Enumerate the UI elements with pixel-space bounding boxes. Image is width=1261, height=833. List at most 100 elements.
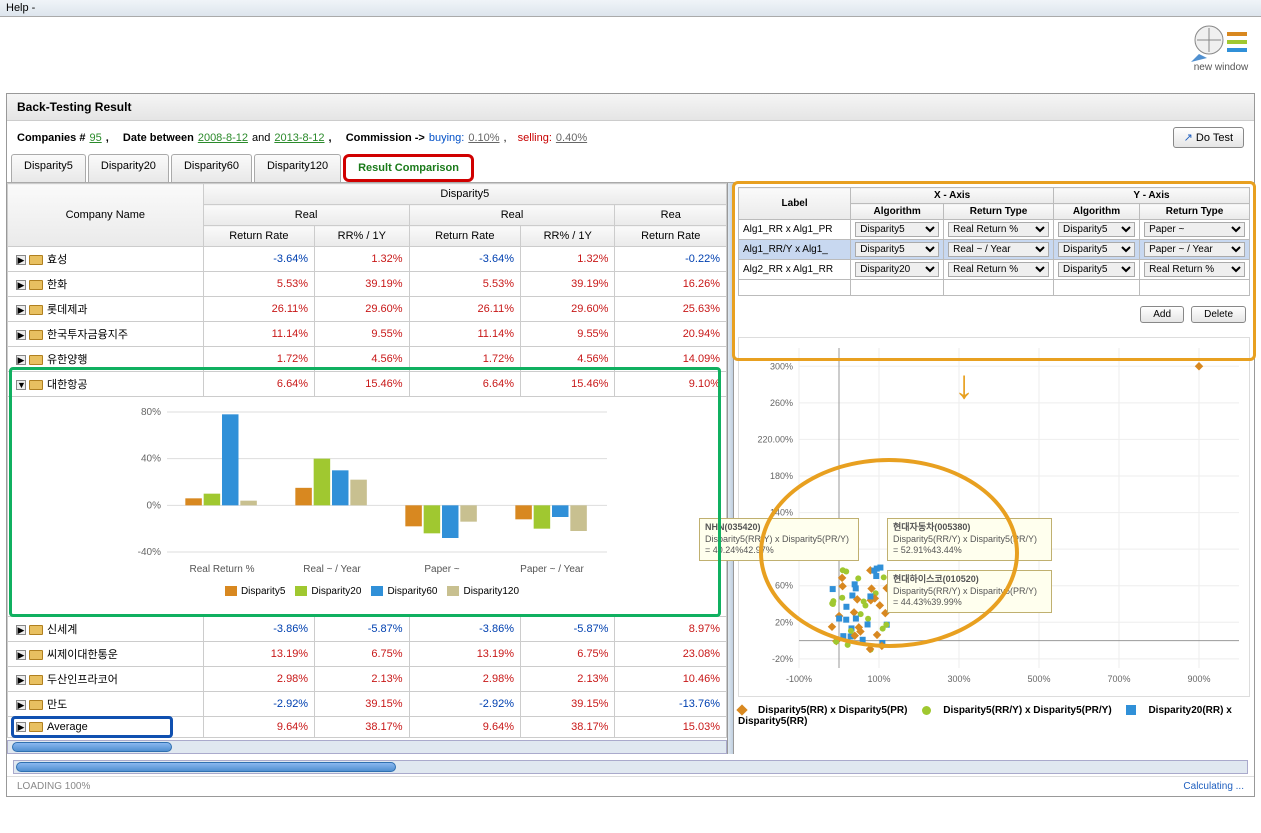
date-to[interactable]: 2013-8-12 (274, 132, 324, 144)
buying-commission[interactable]: 0.10% (468, 132, 499, 144)
svg-text:60%: 60% (775, 581, 793, 591)
y-algo-select[interactable]: Disparity5 (1058, 242, 1135, 257)
bar-chart-legend: Disparity5Disparity20Disparity60Disparit… (8, 586, 726, 597)
folder-icon (29, 722, 43, 732)
new-window-link[interactable]: new window (1191, 22, 1251, 73)
svg-text:700%: 700% (1107, 674, 1130, 684)
y-algo-select[interactable]: Disparity5 (1058, 262, 1135, 277)
selling-commission[interactable]: 0.40% (556, 132, 587, 144)
expand-icon[interactable]: ▶ (16, 255, 26, 265)
col-company: Company Name (8, 184, 204, 247)
result-grid: Company Name Disparity5 Real Real Rea Re… (7, 183, 727, 738)
tab-disparity60[interactable]: Disparity60 (171, 154, 252, 182)
expand-icon[interactable]: ▶ (16, 722, 26, 732)
svg-text:Real Return %: Real Return % (189, 564, 254, 575)
svg-text:-40%: -40% (138, 547, 161, 558)
status-bar: LOADING 100% Calculating ... (7, 776, 1254, 796)
svg-text:Paper ~ / Year: Paper ~ / Year (520, 564, 584, 575)
do-test-button[interactable]: ↗ Do Test (1173, 127, 1244, 148)
folder-icon (29, 675, 43, 685)
axis-row[interactable]: Alg1_RR/Y x Alg1_Disparity5Real ~ / Year… (739, 240, 1250, 260)
tab-result-comparison[interactable]: Result Comparison (343, 154, 474, 182)
date-from[interactable]: 2008-8-12 (198, 132, 248, 144)
table-row[interactable]: ▼대한항공6.64%15.46%6.64%15.46%9.10% (8, 372, 727, 397)
svg-text:180%: 180% (770, 471, 793, 481)
table-row[interactable]: ▶롯데제과26.11%29.60%26.11%29.60%25.63% (8, 297, 727, 322)
delete-button[interactable]: Delete (1191, 306, 1246, 323)
folder-icon (29, 305, 43, 315)
expand-icon[interactable]: ▶ (16, 355, 26, 365)
expand-icon[interactable]: ▶ (16, 700, 26, 710)
h-scrollbar[interactable] (7, 740, 727, 754)
svg-text:140%: 140% (770, 508, 793, 518)
axis-row[interactable]: Alg1_RR x Alg1_PRDisparity5Real Return %… (739, 220, 1250, 240)
y-return-select[interactable]: Paper ~ / Year (1144, 242, 1245, 257)
folder-icon (29, 380, 43, 390)
tab-disparity5[interactable]: Disparity5 (11, 154, 86, 182)
x-algo-select[interactable]: Disparity5 (855, 242, 939, 257)
x-algo-select[interactable]: Disparity5 (855, 222, 939, 237)
loading-status: LOADING 100% (17, 781, 90, 792)
svg-text:-100%: -100% (786, 674, 812, 684)
progress-bar (13, 760, 1248, 774)
svg-text:Real ~ / Year: Real ~ / Year (303, 564, 361, 575)
table-row[interactable]: ▶한화5.53%39.19%5.53%39.19%16.26% (8, 272, 727, 297)
svg-text:220.00%: 220.00% (757, 434, 793, 444)
expand-icon[interactable]: ▼ (16, 380, 26, 390)
tab-disparity120[interactable]: Disparity120 (254, 154, 341, 182)
calculating-status: Calculating ... (1183, 781, 1244, 792)
table-row[interactable]: ▶한국투자금융지주11.14%9.55%11.14%9.55%20.94% (8, 322, 727, 347)
x-return-select[interactable]: Real Return % (948, 262, 1049, 277)
table-row[interactable]: ▶효성-3.64%1.32%-3.64%1.32%-0.22% (8, 247, 727, 272)
y-return-select[interactable]: Real Return % (1144, 262, 1245, 277)
title-area: new window (0, 17, 1261, 87)
panel-title: Back-Testing Result (7, 94, 1254, 121)
table-row[interactable]: ▶유한양행1.72%4.56%1.72%4.56%14.09% (8, 347, 727, 372)
scatter-chart: -20%20%60%100%140%180%220.00%260%300%-10… (738, 337, 1250, 697)
expand-icon[interactable]: ▶ (16, 625, 26, 635)
new-window-icon (1191, 22, 1251, 62)
bar-chart: -40% 0% 40% 80% Real Return % Real ~ / Year Pa… (8, 402, 726, 621)
folder-icon (29, 255, 43, 265)
expand-icon[interactable]: ▶ (16, 280, 26, 290)
x-return-select[interactable]: Real Return % (948, 222, 1049, 237)
main-panel: Back-Testing Result Companies # 95 , Dat… (6, 93, 1255, 797)
scatter-legend: Disparity5(RR) x Disparity5(PR) Disparit… (738, 705, 1250, 727)
tooltip-hyundai-motor: 현대자동차(005380) Disparity5(RR/Y) x Dispari… (887, 518, 1052, 561)
svg-text:100%: 100% (867, 674, 890, 684)
left-pane: Company Name Disparity5 Real Real Rea Re… (7, 183, 727, 754)
y-algo-select[interactable]: Disparity5 (1058, 222, 1135, 237)
companies-count[interactable]: 95 (89, 132, 101, 144)
svg-text:300%: 300% (770, 361, 793, 371)
x-return-select[interactable]: Real ~ / Year (948, 242, 1049, 257)
y-return-select[interactable]: Paper ~ (1144, 222, 1245, 237)
folder-icon (29, 330, 43, 340)
add-button[interactable]: Add (1140, 306, 1184, 323)
axis-row[interactable]: Alg2_RR x Alg1_RRDisparity20Real Return … (739, 260, 1250, 280)
expand-icon[interactable]: ▶ (16, 675, 26, 685)
axis-config-table: Label X - Axis Y - Axis Algorithm Return… (738, 187, 1250, 296)
svg-text:40%: 40% (141, 454, 161, 465)
x-algo-select[interactable]: Disparity20 (855, 262, 939, 277)
splitter[interactable] (727, 183, 734, 754)
svg-text:80%: 80% (141, 407, 161, 418)
table-row[interactable]: ▶Average9.64%38.17%9.64%38.17%15.03% (8, 717, 727, 738)
svg-text:260%: 260% (770, 398, 793, 408)
svg-text:300%: 300% (947, 674, 970, 684)
folder-icon (29, 700, 43, 710)
tabs: Disparity5 Disparity20 Disparity60 Dispa… (7, 154, 1254, 182)
right-pane: Label X - Axis Y - Axis Algorithm Return… (734, 183, 1254, 754)
expand-icon[interactable]: ▶ (16, 305, 26, 315)
svg-text:0%: 0% (147, 500, 162, 511)
tab-disparity20[interactable]: Disparity20 (88, 154, 169, 182)
expand-icon[interactable]: ▶ (16, 650, 26, 660)
svg-text:20%: 20% (775, 617, 793, 627)
svg-text:Paper ~: Paper ~ (424, 564, 459, 575)
help-menu[interactable]: Help - (6, 2, 35, 14)
filter-row: Companies # 95 , Date between 2008-8-12 … (7, 121, 1254, 154)
folder-icon (29, 280, 43, 290)
table-row[interactable]: ▶씨제이대한통운13.19%6.75%13.19%6.75%23.08% (8, 642, 727, 667)
table-row[interactable]: ▶만도-2.92%39.15%-2.92%39.15%-13.76% (8, 692, 727, 717)
expand-icon[interactable]: ▶ (16, 330, 26, 340)
table-row[interactable]: ▶두산인프라코어2.98%2.13%2.98%2.13%10.46% (8, 667, 727, 692)
